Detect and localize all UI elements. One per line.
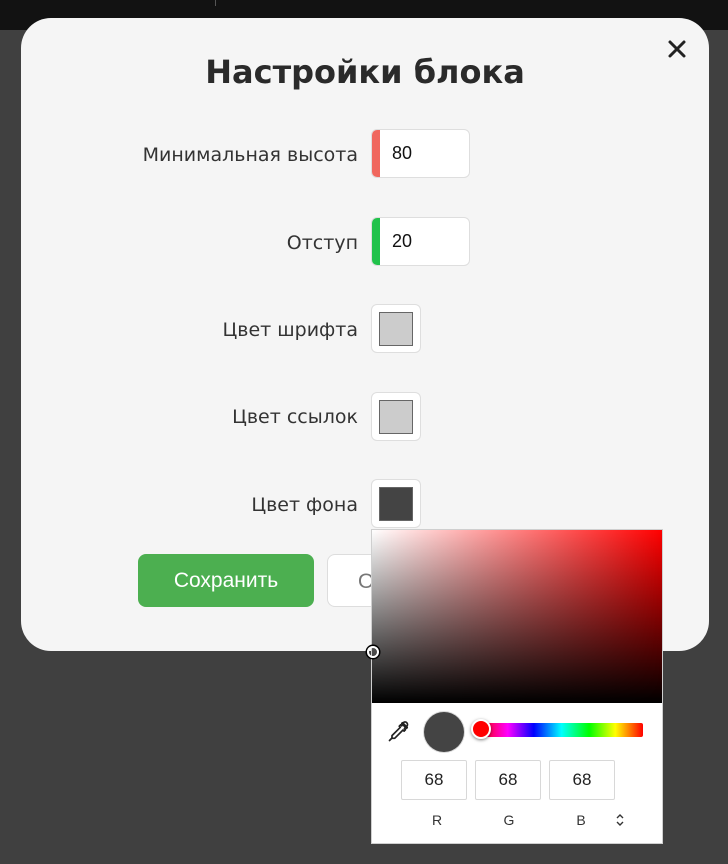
min-height-accent-bar — [372, 130, 380, 177]
color-picker: R G B — [367, 529, 663, 844]
red-label: R — [431, 812, 443, 828]
save-button[interactable]: Сохранить — [138, 554, 314, 607]
green-label: G — [503, 812, 515, 828]
saturation-area[interactable] — [367, 530, 662, 703]
min-height-input[interactable] — [380, 130, 468, 177]
background-color-label: Цвет фона — [251, 494, 358, 516]
link-color-swatch[interactable] — [371, 392, 421, 441]
min-height-field — [371, 129, 470, 178]
modal-title: Настройки блока — [205, 53, 525, 91]
background-color-swatch[interactable] — [371, 479, 421, 528]
min-height-label: Минимальная высота — [142, 144, 358, 166]
top-bar-divider — [215, 0, 216, 6]
eyedropper-icon — [388, 721, 409, 742]
font-color-label: Цвет шрифта — [222, 319, 359, 341]
hue-slider[interactable] — [471, 719, 643, 739]
font-color-chip — [379, 312, 413, 346]
background-color-chip — [379, 487, 413, 521]
padding-label: Отступ — [286, 232, 358, 254]
chevron-up-down-icon — [616, 814, 624, 826]
saturation-handle[interactable] — [367, 646, 379, 658]
blue-input[interactable] — [549, 760, 615, 800]
link-color-label: Цвет ссылок — [232, 406, 358, 428]
eyedropper-button[interactable] — [386, 720, 410, 744]
red-input[interactable] — [401, 760, 467, 800]
hue-handle[interactable] — [471, 719, 491, 739]
link-color-chip — [379, 400, 413, 434]
padding-input[interactable] — [380, 218, 468, 265]
color-mode-toggle[interactable] — [612, 810, 628, 830]
color-preview — [424, 712, 464, 752]
padding-accent-bar — [372, 218, 380, 265]
green-input[interactable] — [475, 760, 541, 800]
font-color-swatch[interactable] — [371, 304, 421, 353]
blue-label: B — [576, 812, 586, 828]
padding-field — [371, 217, 470, 266]
